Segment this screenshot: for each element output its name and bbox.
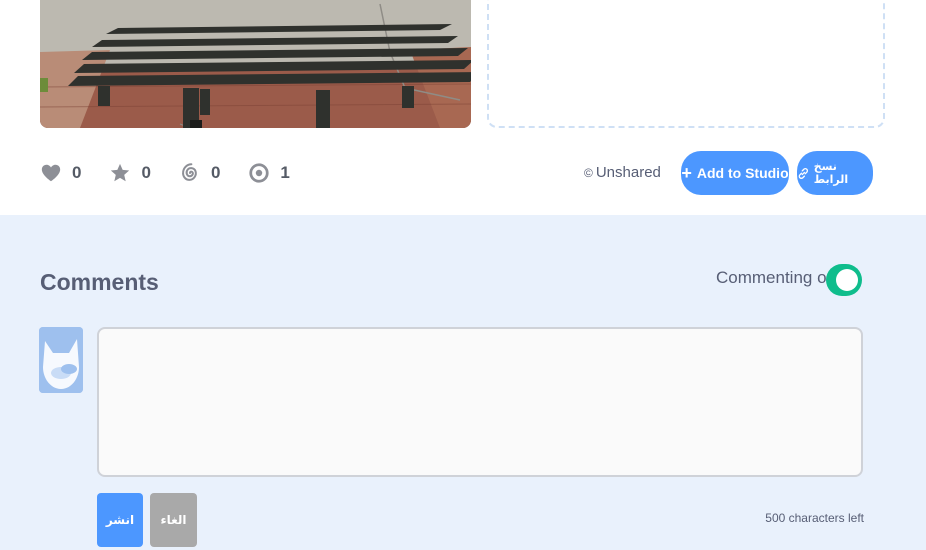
project-stats: 0 0 0 1 [40,158,318,188]
commenting-toggle[interactable] [826,264,862,296]
love-count: 0 [72,163,82,182]
favorite-stat[interactable]: 0 [109,162,151,184]
avatar [39,327,83,393]
characters-left: 500 characters left [765,511,864,525]
project-thumbnail[interactable] [40,0,471,128]
remix-stat: 0 [179,161,220,185]
favorite-count: 0 [141,163,151,182]
copyright-icon: © [584,165,593,180]
commenting-toggle-label: Commenting on [716,268,837,287]
remix-spiral-icon [182,163,197,181]
post-button-label: انشر [105,513,135,527]
eye-icon [249,163,270,183]
cancel-button-label: الغاء [160,513,187,527]
heart-icon [41,164,61,182]
remix-count: 0 [210,163,221,182]
love-stat[interactable]: 0 [40,162,81,184]
copy-link-button[interactable]: نسخ الرابط [797,151,873,195]
view-stat: 1 [248,162,290,184]
project-page: 0 0 0 1 © Unshared + Add to Studio نسخ ا… [0,0,926,550]
share-status: © Unshared [584,164,661,181]
view-count: 1 [280,163,290,182]
share-status-label: Unshared [595,164,661,181]
add-to-studio-label: Add to Studio [696,165,789,181]
project-notes-placeholder [487,0,885,128]
copy-link-label: نسخ الرابط [813,161,849,186]
plus-icon: + [681,162,692,183]
toggle-knob [836,269,858,291]
comment-input[interactable] [97,327,863,477]
star-icon [111,163,130,182]
add-to-studio-button[interactable]: + Add to Studio [681,151,789,195]
comments-title: Comments [40,269,159,295]
post-button[interactable]: انشر [97,493,143,547]
link-icon [798,167,809,179]
cancel-button[interactable]: الغاء [150,493,197,547]
